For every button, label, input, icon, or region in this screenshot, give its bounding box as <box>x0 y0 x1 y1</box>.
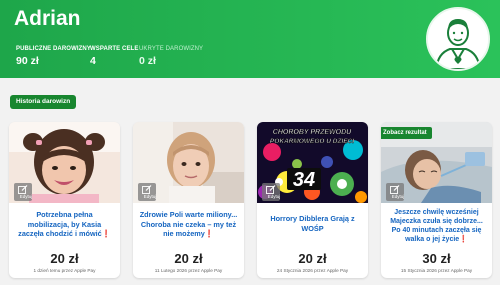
donation-card[interactable]: Edytuj Potrzebna pełna mobilizacja, by K… <box>9 122 120 278</box>
edit-icon <box>266 185 276 194</box>
donation-date: 1 dzień temu przez Apple Pay <box>33 268 96 273</box>
campaign-image[interactable]: 34 CHOROBY PRZEWODU POKARMOWEGO U DZIECI… <box>257 122 368 203</box>
edit-label: Edytuj <box>143 194 157 199</box>
poster-title-line1: CHOROBY PRZEWODU <box>273 129 352 136</box>
donation-history-button[interactable]: Historia darowizn <box>10 95 77 109</box>
edit-icon <box>18 185 28 194</box>
stat-value: 0 zł <box>139 55 156 67</box>
warning-icon: ❗ <box>459 236 468 243</box>
warning-icon: ❗ <box>204 229 214 238</box>
edit-button[interactable]: Edytuj <box>262 183 280 201</box>
edit-button[interactable]: Edytuj <box>138 183 156 201</box>
donation-amount: 20 zł <box>298 251 327 266</box>
edit-label: Edytuj <box>391 194 405 199</box>
edit-icon <box>390 185 400 194</box>
campaign-title[interactable]: Horrory Dibblera Grają z WOŚP <box>263 214 362 233</box>
stat-label: WSPARTE CELE <box>90 46 139 52</box>
see-result-badge[interactable]: Zobacz rezultat <box>381 127 432 139</box>
poster-number: 34 <box>293 169 315 191</box>
donation-date: 11 Lutego 2026 przez Apple Pay <box>154 268 223 273</box>
edit-icon <box>142 185 152 194</box>
campaign-title[interactable]: Zdrowie Poli warte miliony... Choroba ni… <box>139 210 238 239</box>
donation-date: 15 Stycznia 2026 przez Apple Pay <box>400 268 473 273</box>
stat-value: 90 zł <box>16 55 39 67</box>
edit-button[interactable]: Edytuj <box>14 183 32 201</box>
campaign-image[interactable]: Zobacz rezultat Edytuj <box>381 122 492 203</box>
warning-icon: ❗ <box>101 229 111 238</box>
stat-value: 4 <box>90 55 96 67</box>
donation-amount: 30 zł <box>422 251 451 266</box>
edit-button[interactable]: Edytuj <box>386 183 404 201</box>
avatar-illustration <box>428 9 488 69</box>
poster-title-line2: POKARMOWEGO U DZIECI <box>270 138 354 145</box>
donation-date: 24 Stycznia 2026 przez Apple Pay <box>276 268 349 273</box>
donation-card[interactable]: Zobacz rezultat Edytuj Jeszcze chwilę wc… <box>381 122 492 278</box>
campaign-image[interactable]: Edytuj <box>9 122 120 203</box>
profile-header: Adrian PUBLICZNE DAROWIZNY 90 zł WSPARTE… <box>0 0 500 78</box>
donation-card[interactable]: Edytuj Zdrowie Poli warte miliony... Cho… <box>133 122 244 278</box>
campaign-title[interactable]: Jeszcze chwilę wcześniej Majeczka czuła … <box>387 208 486 244</box>
stat-public-donations: PUBLICZNE DAROWIZNY 90 zł <box>16 46 91 67</box>
avatar[interactable] <box>426 7 490 71</box>
profile-name: Adrian <box>14 7 81 30</box>
stat-label: PUBLICZNE DAROWIZNY <box>16 46 91 52</box>
stat-hidden-donations: UKRYTE DAROWIZNY 0 zł <box>139 46 203 67</box>
donation-card[interactable]: 34 CHOROBY PRZEWODU POKARMOWEGO U DZIECI… <box>257 122 368 278</box>
stat-supported-causes: WSPARTE CELE 4 <box>90 46 138 67</box>
campaign-image[interactable]: Edytuj <box>133 122 244 203</box>
donation-amount: 20 zł <box>50 251 79 266</box>
stat-label: UKRYTE DAROWIZNY <box>139 46 204 52</box>
edit-label: Edytuj <box>19 194 33 199</box>
campaign-title[interactable]: Potrzebna pełna mobilizacja, by Kasia za… <box>15 210 114 239</box>
edit-label: Edytuj <box>267 194 281 199</box>
donation-amount: 20 zł <box>174 251 203 266</box>
